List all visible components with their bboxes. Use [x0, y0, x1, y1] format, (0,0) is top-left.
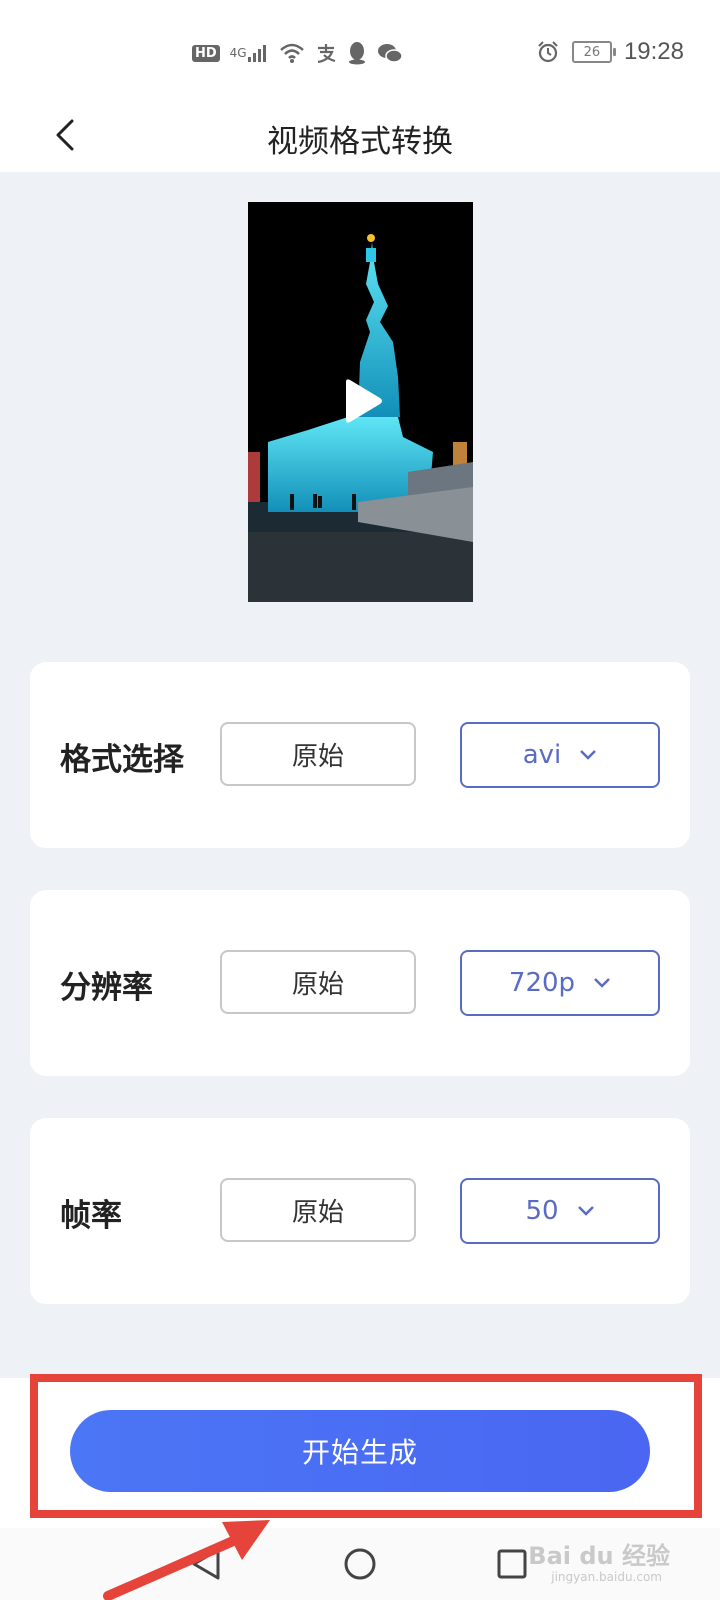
- signal-4g-icon: 4G: [230, 43, 269, 63]
- status-time: 19:28: [623, 38, 684, 65]
- watermark-url: jingyan.baidu.com: [551, 1570, 662, 1584]
- hd-icon: HD: [192, 44, 220, 62]
- framerate-card: 帧率 原始 50: [30, 1118, 690, 1304]
- highlight-box: [30, 1374, 702, 1518]
- video-preview[interactable]: [248, 202, 473, 602]
- resolution-original-button[interactable]: 原始: [220, 950, 416, 1014]
- format-selected-value: avi: [522, 740, 562, 770]
- watermark-logo: Bai du 经验: [528, 1542, 670, 1570]
- resolution-original-label: 原始: [291, 969, 344, 1000]
- square-recents-icon: [497, 1549, 527, 1579]
- nav-home-button[interactable]: [338, 1542, 382, 1586]
- circle-home-icon: [344, 1548, 376, 1580]
- format-select[interactable]: avi: [460, 722, 660, 788]
- framerate-original-label: 原始: [291, 1197, 344, 1228]
- status-left-icons: HD 4G: [192, 40, 403, 66]
- format-original-button[interactable]: 原始: [220, 722, 416, 786]
- framerate-selected-value: 50: [525, 1196, 559, 1226]
- chevron-down-icon: [580, 750, 597, 760]
- resolution-select[interactable]: 720p: [460, 950, 660, 1016]
- battery-icon: 26: [571, 41, 616, 63]
- resolution-card: 分辨率 原始 720p: [30, 890, 690, 1076]
- header: 视频格式转换: [0, 100, 720, 172]
- status-right: 26 19:28: [536, 38, 684, 66]
- format-label: 格式选择: [60, 742, 184, 778]
- alipay-icon: [315, 42, 337, 64]
- qq-icon: [347, 41, 367, 65]
- framerate-label: 帧率: [60, 1198, 122, 1234]
- wechat-icon: [377, 42, 403, 64]
- format-card: 格式选择 原始 avi: [30, 662, 690, 848]
- page-title: 视频格式转换: [267, 124, 453, 160]
- framerate-original-button[interactable]: 原始: [220, 1178, 416, 1242]
- play-icon[interactable]: [342, 378, 384, 424]
- resolution-selected-value: 720p: [508, 968, 576, 998]
- alarm-icon: [536, 40, 560, 64]
- format-original-label: 原始: [291, 741, 344, 772]
- chevron-down-icon: [594, 978, 610, 988]
- framerate-select[interactable]: 50: [460, 1178, 660, 1244]
- status-bar: HD 4G 26 19:28: [0, 0, 720, 100]
- wifi-icon: [279, 42, 305, 64]
- resolution-label: 分辨率: [60, 970, 153, 1006]
- chevron-down-icon: [577, 1206, 594, 1216]
- network-label: 4G: [229, 46, 247, 60]
- annotation-arrow-icon: [103, 1520, 270, 1600]
